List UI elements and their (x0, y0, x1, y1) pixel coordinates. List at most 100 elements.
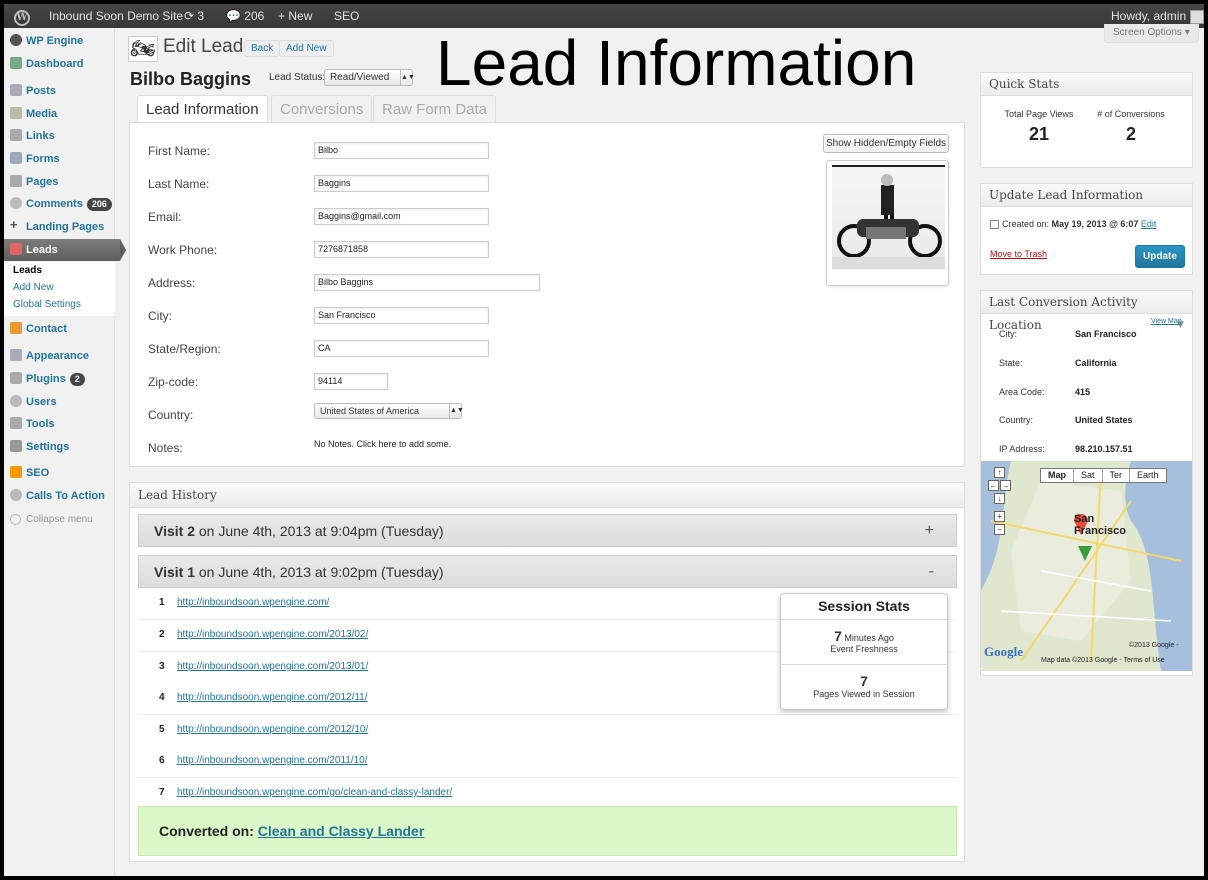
update-button[interactable]: Update (1135, 245, 1185, 268)
sidebar-item-leads[interactable]: Leads (4, 239, 126, 261)
pan-right-icon[interactable]: → (1000, 480, 1011, 491)
site-name-link[interactable]: Inbound Soon Demo Site (49, 4, 183, 28)
browser-frame: W Inbound Soon Demo Site ⟳ 3 💬 206 + New… (4, 4, 1204, 876)
add-new-button[interactable]: Add New (279, 40, 334, 57)
pan-down-icon[interactable]: ↓ (994, 493, 1005, 504)
leads-submenu: Leads Add New Global Settings (4, 262, 115, 316)
map-tab-map[interactable]: Map (1041, 469, 1074, 482)
seo-link[interactable]: SEO (334, 4, 359, 28)
country-select[interactable]: United States of America ▲▼ (314, 403, 464, 419)
dashboard-icon (10, 57, 22, 70)
notes-link[interactable]: No Notes. Click here to add some. (314, 439, 451, 449)
first-name-field[interactable]: Bilbo (314, 142, 489, 159)
sidebar-item-tools[interactable]: Tools (4, 413, 115, 435)
update-lead-box: Update Lead Information Created on: May … (980, 183, 1193, 275)
submenu-add-new[interactable]: Add New (4, 279, 115, 296)
location-header[interactable]: Last Conversion Activity Location ▼ (981, 291, 1192, 332)
page-url-link[interactable]: http://inboundsoon.wpengine.com/go/clean… (177, 787, 452, 798)
seo-icon (10, 466, 22, 479)
created-value: May 19, 2013 @ 6:07 (1051, 219, 1139, 229)
page-url-link[interactable]: http://inboundsoon.wpengine.com/2012/10/ (177, 724, 368, 735)
sidebar-item-landing-pages[interactable]: + Landing Pages (4, 216, 115, 238)
page-url-link[interactable]: http://inboundsoon.wpengine.com/2012/11/ (177, 692, 368, 703)
collapse-icon[interactable]: - (929, 556, 934, 588)
tab-lead-information[interactable]: Lead Information (137, 95, 268, 124)
location-title: Last Conversion Activity Location (989, 295, 1138, 332)
updates-link[interactable]: ⟳ 3 (184, 4, 204, 28)
motorcycle-icon: 🏍 (128, 36, 158, 62)
lead-status-value: Read/Viewed (330, 72, 390, 83)
address-field[interactable]: Bilbo Baggins (314, 274, 540, 291)
sidebar-item-users[interactable]: Users (4, 391, 115, 413)
view-map-link[interactable]: View Map (1151, 318, 1182, 325)
collapse-menu[interactable]: Collapse menu (10, 514, 93, 525)
sidebar-item-plugins[interactable]: Plugins 2 (4, 368, 115, 390)
sidebar-item-wp-engine[interactable]: WP Engine (4, 30, 115, 52)
sidebar-item-contact[interactable]: Contact (4, 318, 115, 340)
sidebar-item-settings[interactable]: Settings (4, 436, 115, 458)
sidebar-item-calls-to-action[interactable]: Calls To Action (4, 485, 115, 507)
sidebar-item-comments[interactable]: Comments 206 (4, 193, 115, 215)
zip-field[interactable]: 94114 (314, 373, 388, 390)
work-phone-field[interactable]: 7276871858 (314, 241, 489, 258)
map-tab-earth[interactable]: Earth (1130, 469, 1166, 482)
location-map[interactable]: Map Sat Ter Earth ↑ ← → ↓ + − San Franci… (981, 461, 1192, 671)
sidebar-item-label: Leads (26, 244, 58, 256)
tab-conversions[interactable]: Conversions (271, 95, 373, 123)
sidebar-item-label: Appearance (26, 350, 89, 362)
state-field[interactable]: CA (314, 340, 489, 357)
last-name-field[interactable]: Baggins (314, 175, 489, 192)
country-value: United States of America (320, 406, 420, 416)
wordpress-logo-icon[interactable]: W (14, 4, 30, 28)
email-label: Email: (148, 210, 182, 224)
show-hidden-fields-button[interactable]: Show Hidden/Empty Fields (823, 134, 949, 153)
converted-on-banner: Converted on: Clean and Classy Lander (138, 806, 957, 856)
visit-1-header[interactable]: Visit 1 on June 4th, 2013 at 9:02pm (Tue… (138, 555, 957, 588)
sidebar-item-appearance[interactable]: Appearance (4, 345, 115, 367)
city-field[interactable]: San Francisco (314, 307, 489, 324)
page-url-link[interactable]: http://inboundsoon.wpengine.com/2013/01/ (177, 661, 368, 672)
pages-icon (10, 175, 22, 188)
edit-date-link[interactable]: Edit (1141, 219, 1157, 229)
pan-left-icon[interactable]: ← (988, 480, 999, 491)
zoom-out-icon[interactable]: − (994, 524, 1005, 535)
zoom-in-icon[interactable]: + (994, 511, 1005, 522)
new-content-link[interactable]: + New (278, 4, 312, 28)
map-tab-sat[interactable]: Sat (1074, 469, 1103, 482)
sidebar-item-seo[interactable]: SEO (4, 462, 115, 484)
pages-viewed-block: 7 Pages Viewed in Session (781, 665, 947, 710)
state-label: State/Region: (148, 342, 221, 356)
tab-raw-form-data[interactable]: Raw Form Data (373, 95, 497, 123)
pan-up-icon[interactable]: ↑ (994, 467, 1005, 478)
plus-icon: + (10, 217, 18, 233)
tools-icon (10, 417, 22, 430)
page-url-link[interactable]: http://inboundsoon.wpengine.com/ (177, 597, 329, 608)
submenu-leads[interactable]: Leads (4, 262, 115, 279)
comments-link[interactable]: 💬 206 (226, 4, 264, 28)
sidebar-item-pages[interactable]: Pages (4, 171, 115, 193)
lead-status-select[interactable]: Read/Viewed ▲▼ (324, 69, 415, 86)
sidebar-item-links[interactable]: Links (4, 125, 115, 147)
sidebar-item-dashboard[interactable]: Dashboard (4, 53, 115, 75)
back-button[interactable]: Back (244, 40, 281, 57)
users-icon (10, 395, 22, 408)
lead-info-panel: First Name: Bilbo Last Name: Baggins Ema… (129, 122, 965, 467)
page-url-link[interactable]: http://inboundsoon.wpengine.com/2013/02/ (177, 629, 368, 640)
visit-2-header[interactable]: Visit 2 on June 4th, 2013 at 9:04pm (Tue… (138, 514, 957, 547)
email-field[interactable]: Baggins@gmail.com (314, 208, 489, 225)
sidebar-item-media[interactable]: Media (4, 103, 115, 125)
map-tab-ter[interactable]: Ter (1103, 469, 1131, 482)
page-url-link[interactable]: http://inboundsoon.wpengine.com/2011/10/ (177, 755, 368, 766)
table-row: 6 http://inboundsoon.wpengine.com/2011/10… (138, 746, 957, 778)
plugins-badge: 2 (69, 372, 85, 386)
converted-page-link[interactable]: Clean and Classy Lander (258, 823, 425, 839)
expand-icon[interactable]: + (925, 515, 934, 547)
sidebar-item-forms[interactable]: Forms (4, 148, 115, 170)
sidebar-item-label: Pages (26, 176, 59, 188)
sidebar-item-posts[interactable]: Posts (4, 80, 115, 102)
submenu-global-settings[interactable]: Global Settings (4, 296, 115, 313)
first-name-label: First Name: (148, 144, 211, 158)
map-data-attribution[interactable]: Map data ©2013 Google - Terms of Use (1041, 657, 1165, 664)
screen-options-button[interactable]: Screen Options ▾ (1104, 24, 1199, 43)
move-to-trash-link[interactable]: Move to Trash (990, 249, 1047, 259)
